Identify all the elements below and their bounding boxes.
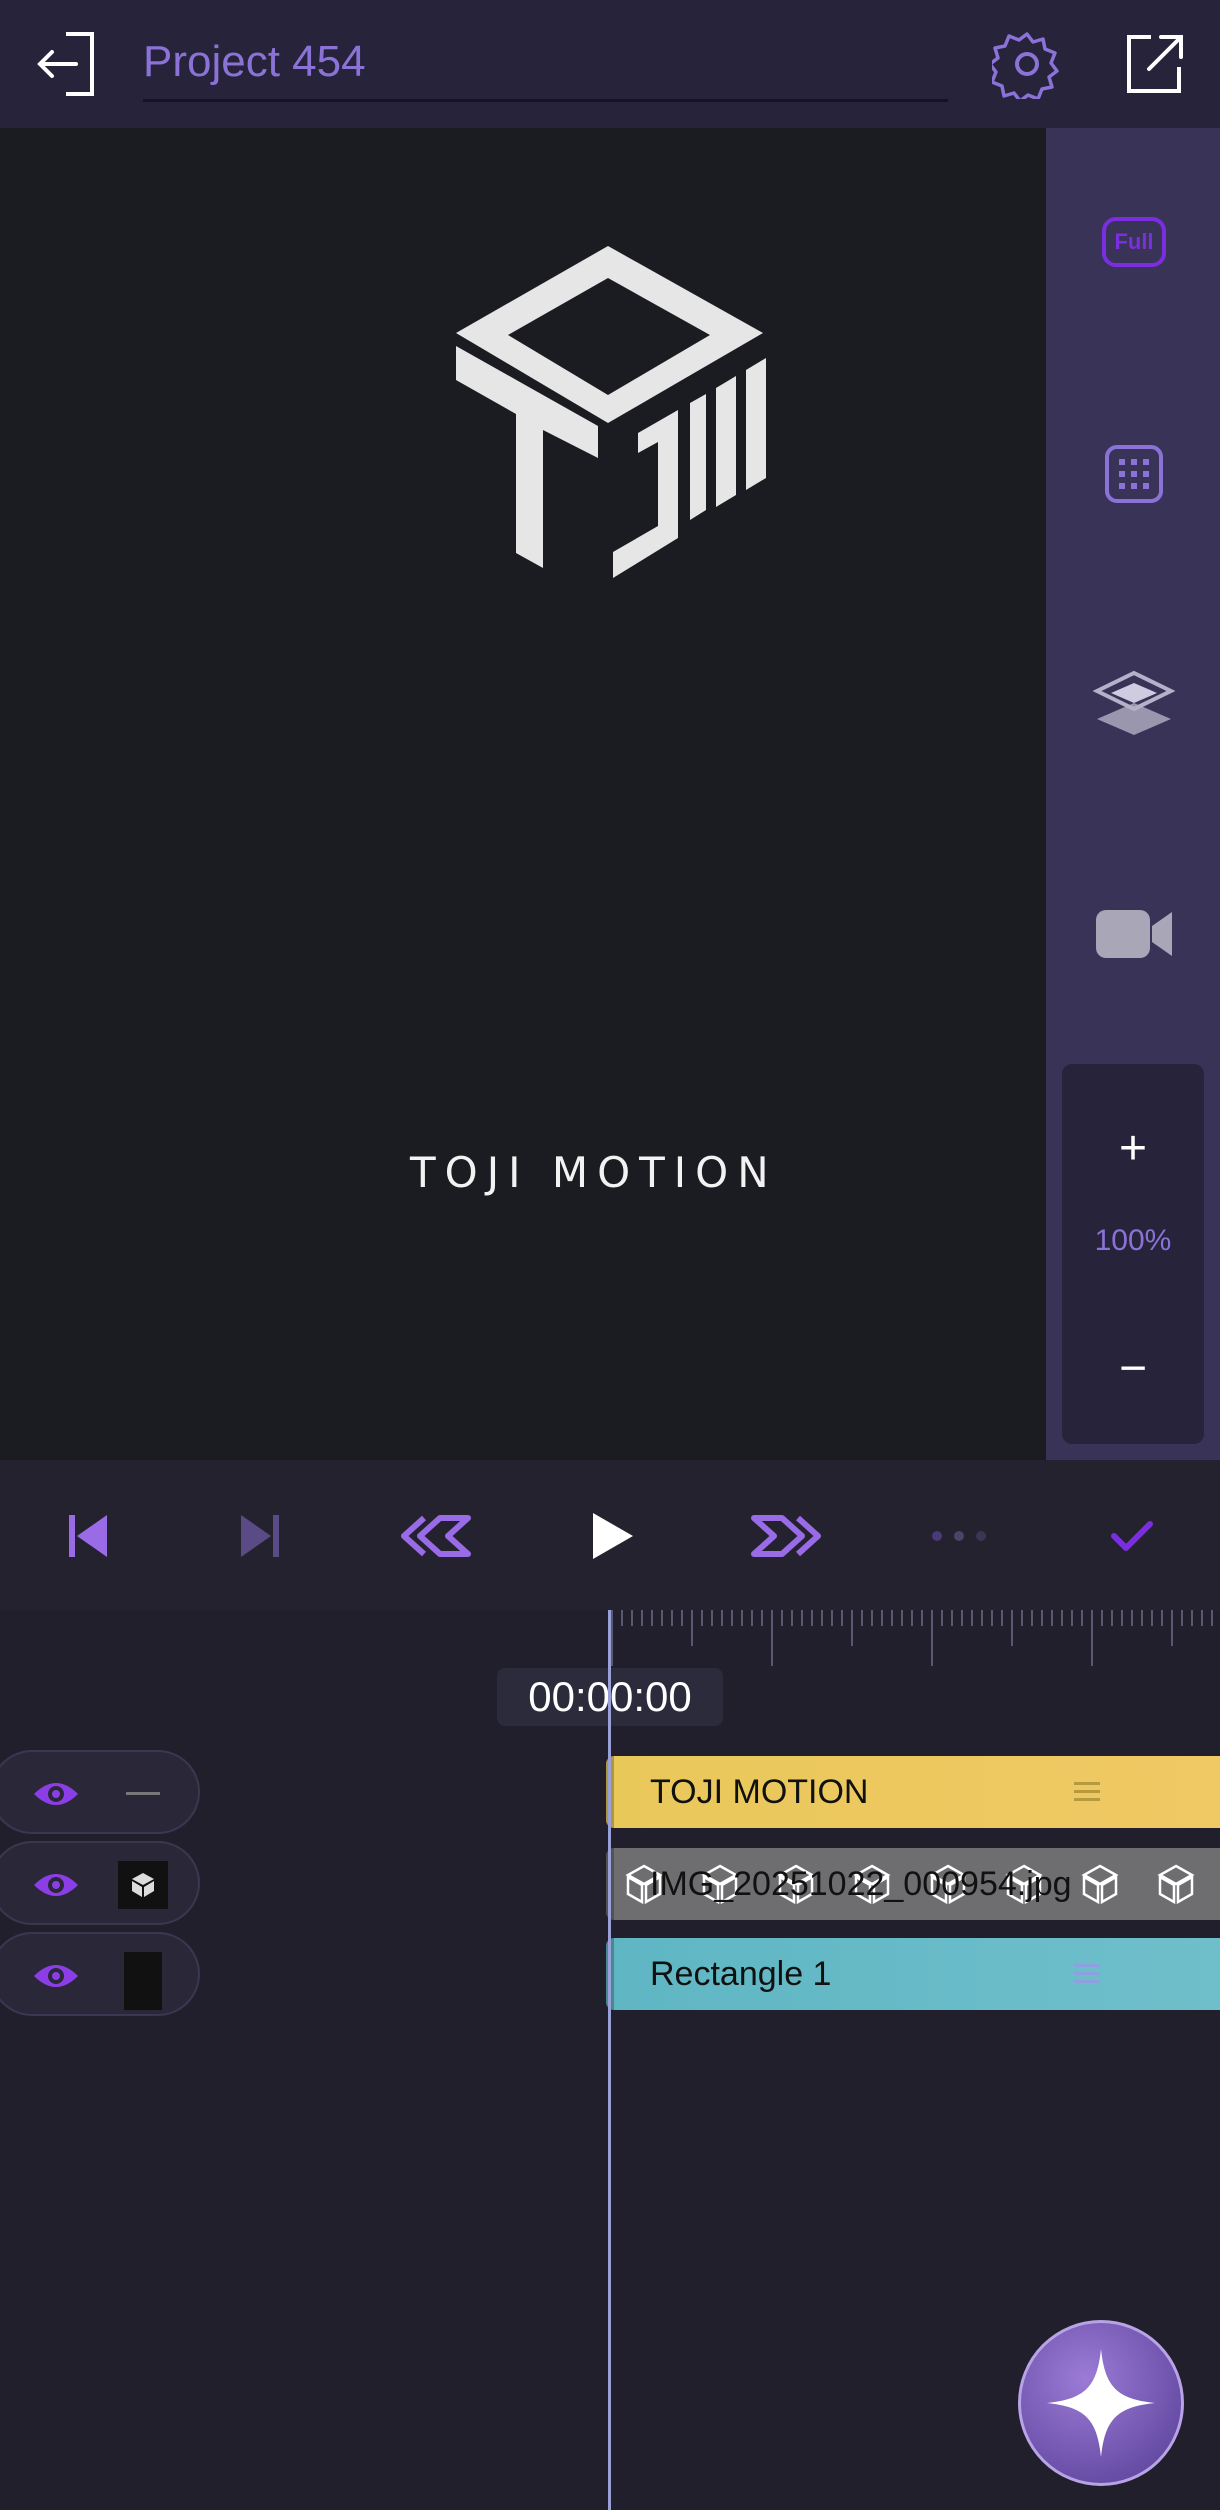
skip-to-end-button[interactable] (220, 1496, 300, 1576)
confirm-button[interactable] (1092, 1496, 1172, 1576)
exit-icon (37, 32, 94, 96)
check-icon (1111, 1521, 1153, 1551)
sparkle-icon (1047, 2349, 1155, 2457)
cube-thumbnail-icon (1081, 1864, 1119, 1905)
visibility-toggle[interactable] (30, 1772, 82, 1816)
zoom-out-button[interactable]: − (1062, 1334, 1204, 1404)
layers-icon (1093, 670, 1175, 735)
track-label: IMG_20251022_000954.jpg (650, 1865, 1072, 1903)
full-view-button[interactable]: Full (1082, 190, 1186, 294)
visibility-toggle[interactable] (30, 1954, 82, 1998)
next-keyframe-button[interactable] (746, 1496, 826, 1576)
exit-button[interactable] (24, 22, 108, 106)
eye-icon (34, 1783, 78, 1805)
grid-icon (1105, 445, 1163, 503)
drag-handle-icon[interactable] (1074, 1960, 1100, 1988)
export-icon (1127, 35, 1183, 93)
more-options-button[interactable] (918, 1496, 998, 1576)
toji-logo (456, 246, 766, 578)
text-layer-thumbnail (118, 1770, 168, 1818)
zoom-level: 100% (1094, 1224, 1172, 1257)
cube-thumbnail-icon (1157, 1864, 1195, 1905)
time-ruler[interactable] (610, 1610, 1220, 1670)
track-shape[interactable]: Rectangle 1 (606, 1938, 1220, 2010)
camera-button[interactable] (1082, 882, 1186, 986)
track-label: Rectangle 1 (650, 1955, 832, 1993)
eye-icon (34, 1874, 78, 1896)
skip-end-icon (241, 1515, 279, 1557)
play-button[interactable] (572, 1496, 652, 1576)
brand-text: TOJI MOTION (410, 1148, 778, 1197)
double-chevron-left-icon (401, 1515, 471, 1557)
zoom-control: + 100% − (1062, 1064, 1204, 1444)
double-chevron-right-icon (751, 1515, 821, 1557)
project-title-field[interactable]: Project 454 (143, 22, 948, 102)
project-title: Project 454 (143, 37, 366, 86)
layer-row[interactable] (0, 1841, 200, 1925)
visibility-toggle[interactable] (30, 1863, 82, 1907)
zoom-in-button[interactable]: + (1062, 1114, 1204, 1184)
export-button[interactable] (1112, 22, 1196, 106)
ai-assistant-button[interactable] (1018, 2320, 1184, 2486)
eye-icon (34, 1965, 78, 1987)
video-camera-icon (1096, 910, 1172, 958)
image-layer-thumbnail (118, 1861, 168, 1909)
shape-layer-thumbnail (118, 1950, 168, 2010)
grid-button[interactable] (1082, 422, 1186, 526)
settings-button[interactable] (985, 22, 1069, 106)
play-icon (593, 1513, 633, 1559)
drag-handle-icon[interactable] (1074, 1778, 1100, 1806)
playhead[interactable] (608, 1610, 611, 2510)
layer-row[interactable] (0, 1750, 200, 1834)
track-label: TOJI MOTION (650, 1773, 869, 1811)
track-text[interactable]: TOJI MOTION (606, 1756, 1220, 1828)
gear-icon (992, 32, 1059, 99)
full-badge: Full (1102, 217, 1166, 267)
layer-row[interactable] (0, 1932, 200, 2016)
track-image[interactable]: IMG_20251022_000954.jpg (606, 1848, 1220, 1920)
previous-keyframe-button[interactable] (396, 1496, 476, 1576)
more-dots-icon (932, 1531, 986, 1541)
skip-to-start-button[interactable] (48, 1496, 128, 1576)
skip-start-icon (69, 1515, 107, 1557)
layers-button[interactable] (1082, 652, 1186, 756)
